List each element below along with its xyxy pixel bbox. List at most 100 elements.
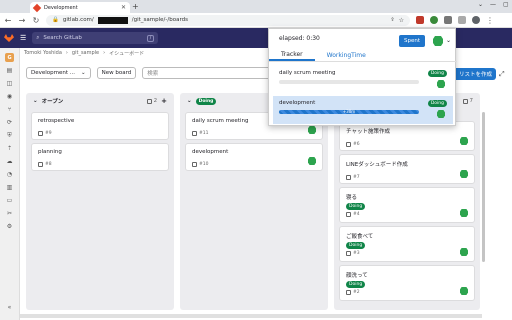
extension-icon[interactable] (416, 16, 424, 24)
breadcrumb-project[interactable]: git_sample (72, 50, 99, 57)
browser-tab[interactable]: Development ✕ (30, 2, 130, 13)
spent-button[interactable]: Spent (399, 35, 425, 47)
lock-icon: 🔒 (52, 17, 59, 23)
reload-icon[interactable]: ↻ (32, 16, 40, 25)
assignee-avatar[interactable] (308, 157, 316, 165)
progress-label: +30m (342, 109, 356, 114)
sidebar-repository-icon[interactable]: ◫ (5, 79, 14, 88)
assignee-avatar[interactable] (460, 287, 468, 295)
issue-card[interactable]: retrospective #9 (31, 112, 169, 140)
assignee-avatar[interactable] (460, 137, 468, 145)
issue-title[interactable]: LINEダッシュボード作成 (346, 160, 468, 168)
breadcrumb-user[interactable]: Tomoki Yoshida (24, 50, 62, 57)
gitlab-logo-icon[interactable] (4, 34, 14, 42)
breadcrumb: Tomoki Yoshida › git_sample › イシューボード (24, 50, 145, 57)
maximize-icon[interactable]: ▢ (503, 1, 509, 8)
tab-workingtime[interactable]: WorkingTime (315, 49, 378, 61)
issue-count: 7 (462, 98, 473, 104)
expand-icon[interactable]: ⤢ (499, 70, 505, 79)
sidebar-issues-icon[interactable]: ◉ (5, 92, 14, 101)
browser-menu-icon[interactable]: ⋮ (486, 16, 494, 25)
issue-title[interactable]: planning (38, 149, 162, 155)
assignee-avatar[interactable] (460, 170, 468, 178)
extensions-puzzle-icon[interactable] (444, 16, 452, 24)
url-suffix: /git_sample/-/boards (131, 17, 188, 23)
search-icon: ⌕ (36, 34, 40, 41)
back-icon[interactable]: ← (4, 16, 12, 25)
issue-title[interactable]: retrospective (38, 118, 162, 124)
sidebar-infra-icon[interactable]: ☁ (5, 157, 14, 166)
share-icon[interactable]: ⇪ (390, 17, 394, 23)
url-prefix: gitlab.com/ (62, 17, 94, 23)
sidebar-wiki-icon[interactable]: ▭ (5, 196, 14, 205)
issue-icon (192, 131, 197, 136)
issue-number: #8 (38, 162, 162, 167)
doing-label[interactable]: Doing (346, 203, 366, 210)
doing-label[interactable]: Doing (346, 242, 366, 249)
vertical-scrollbar[interactable] (482, 112, 485, 262)
issue-card[interactable]: 寝る Doing #4 (339, 187, 475, 223)
new-tab-icon[interactable]: + (132, 2, 139, 11)
popup-tabs: Tracker WorkingTime (269, 49, 457, 62)
issue-number: #4 (346, 212, 468, 217)
issue-card[interactable]: ご飯食べて Doing #3 (339, 226, 475, 262)
issue-card[interactable]: LINEダッシュボード作成 #7 (339, 154, 475, 184)
breadcrumb-boards[interactable]: イシューボード (109, 50, 144, 57)
chevron-down-icon[interactable]: ⌄ (446, 37, 451, 44)
sidebar-settings-icon[interactable]: ⚙ (5, 222, 14, 231)
assignee-avatar (437, 110, 445, 118)
issue-icon (346, 212, 351, 217)
browser-toolbar: ← → ↻ 🔒 gitlab.com/ /git_sample/-/boards … (0, 13, 512, 28)
bookmark-star-icon[interactable]: ☆ (399, 17, 404, 24)
sidebar-snippets-icon[interactable]: ✂ (5, 209, 14, 218)
collapse-sidebar-icon[interactable]: « (5, 303, 14, 312)
issue-title[interactable]: 顔洗って (346, 271, 468, 279)
tracker-row-active[interactable]: development +30m Doing (273, 96, 453, 124)
issue-title[interactable]: ご飯食べて (346, 232, 468, 240)
issue-title[interactable]: development (192, 149, 316, 155)
issue-number-value: #11 (199, 131, 209, 136)
chevron-down-icon[interactable]: ⌄ (33, 98, 38, 104)
sidebar-merge-icon[interactable]: ⑂ (5, 105, 14, 114)
sidebar-security-icon[interactable]: ⛨ (5, 131, 14, 140)
address-bar[interactable]: 🔒 gitlab.com/ /git_sample/-/boards ⇪ ☆ (46, 14, 410, 26)
issue-icon (346, 251, 351, 256)
issue-title[interactable]: 寝る (346, 193, 468, 201)
sidebar-toggle-icon[interactable] (458, 16, 466, 24)
doing-label[interactable]: Doing (346, 281, 366, 288)
sidebar-project-icon[interactable]: ▤ (5, 66, 14, 75)
issue-card[interactable]: 顔洗って Doing #2 (339, 265, 475, 301)
add-issue-icon[interactable]: + (161, 97, 167, 105)
minimize-icon[interactable]: — (490, 1, 496, 8)
issue-card[interactable]: development #10 (185, 143, 323, 171)
create-list-button[interactable]: リストを作成 (456, 68, 496, 80)
new-board-button[interactable]: New board (96, 67, 137, 79)
issue-number: #7 (346, 175, 468, 180)
chevron-down-icon[interactable]: ⌄ (187, 98, 192, 104)
board-selector[interactable]: Development ... ⌄ (26, 67, 91, 79)
profile-avatar-icon[interactable] (472, 16, 480, 24)
sidebar-analytics-icon[interactable]: ▥ (5, 183, 14, 192)
project-avatar[interactable]: G (5, 53, 14, 62)
menu-icon[interactable]: ☰ (20, 34, 26, 42)
horizontal-scrollbar[interactable] (20, 314, 482, 318)
forward-icon[interactable]: → (18, 16, 26, 25)
tracker-row[interactable]: daily scrum meeting Doing (273, 66, 453, 94)
sidebar-deploy-icon[interactable]: ⇡ (5, 144, 14, 153)
sidebar-monitor-icon[interactable]: ◔ (5, 170, 14, 179)
user-avatar[interactable] (433, 36, 443, 46)
window-dropdown-icon[interactable]: ⌄ (478, 1, 483, 8)
assignee-avatar[interactable] (460, 209, 468, 217)
tab-tracker[interactable]: Tracker (269, 49, 315, 61)
issue-card[interactable]: planning #8 (31, 143, 169, 171)
issue-number-value: #3 (353, 251, 360, 256)
assignee-avatar[interactable] (460, 248, 468, 256)
assignee-avatar[interactable] (308, 126, 316, 134)
close-tab-icon[interactable]: ✕ (121, 4, 126, 11)
board-column-open: ⌄ オープン 2 + retrospective #9 planning #8 (26, 93, 174, 310)
issue-title[interactable]: チャット施策作成 (346, 127, 468, 135)
search-input[interactable]: ⌕ Search GitLab / (32, 32, 159, 44)
tracker-row-title: development (279, 100, 316, 106)
sidebar-cicd-icon[interactable]: ⟳ (5, 118, 14, 127)
timer-extension-icon[interactable] (430, 16, 438, 24)
